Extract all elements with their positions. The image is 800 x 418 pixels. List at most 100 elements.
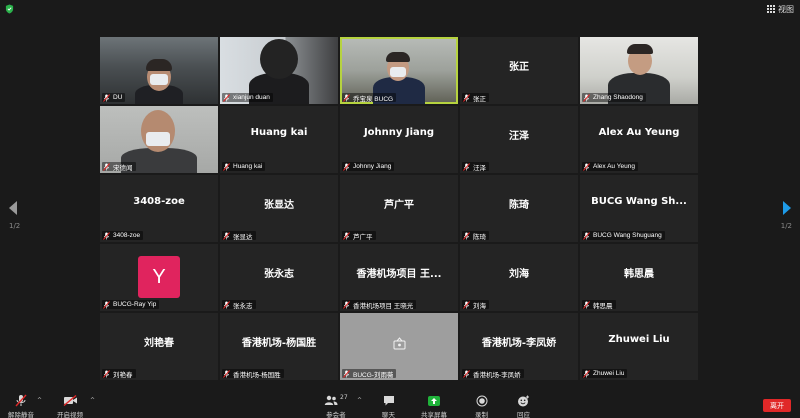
participant-label: 乔宝泉 BUCG [353, 95, 394, 103]
participant-tile[interactable]: 3408-zoe 3408-zoe [100, 175, 218, 242]
participant-name-tag: DU [102, 93, 126, 102]
participant-tile[interactable]: Zhuwei Liu Zhuwei Liu [580, 313, 698, 380]
participant-label: DU [113, 94, 123, 101]
participant-name-tag: 陈琦 [462, 231, 489, 241]
participants-icon [324, 395, 338, 405]
participant-tile[interactable]: 张显达 张显达 [220, 175, 338, 242]
record-label: 录制 [475, 411, 488, 418]
mic-muted-icon [103, 369, 110, 378]
reactions-button[interactable]: 回应 [517, 394, 530, 418]
participant-label: 香港机场-杨国胜 [233, 371, 281, 379]
participant-tile[interactable]: 芦广平 芦广平 [340, 175, 458, 242]
participant-tile[interactable]: 韩思晨 韩思晨 [580, 244, 698, 311]
mic-muted-icon [103, 300, 110, 309]
participant-tile[interactable]: 刘艳春 刘艳春 [100, 313, 218, 380]
participant-tile-active-speaker[interactable]: 乔宝泉 BUCG [340, 37, 458, 104]
mic-muted-icon [343, 300, 350, 309]
shield-icon[interactable] [5, 4, 14, 14]
participant-tile[interactable]: 汪泽 汪泽 [460, 106, 578, 173]
participant-tile[interactable]: Johnny Jiang Johnny Jiang [340, 106, 458, 173]
view-button[interactable]: 视图 [767, 3, 794, 15]
start-video-button[interactable]: 开启视频 [57, 394, 83, 418]
participant-name-tag: Huang kai [222, 162, 266, 171]
next-page-icon[interactable] [780, 200, 794, 216]
unmute-button[interactable]: 解除静音 [8, 394, 34, 418]
view-label: 视图 [778, 4, 794, 14]
participant-display-name: 香港机场项目 王... [356, 269, 442, 280]
participant-tile[interactable]: Zhang Shaodong [580, 37, 698, 104]
participant-label: 芦广平 [353, 233, 373, 241]
participant-name-tag: Zhuwei Liu [582, 369, 628, 378]
participant-name-tag: 张永志 [222, 300, 256, 310]
participant-tile[interactable]: 香港机场-李凤娇 香港机场-李凤娇 [460, 313, 578, 380]
participants-button[interactable]: 27 参会者 [324, 394, 348, 418]
participant-tile[interactable]: xianjun duan [220, 37, 338, 104]
participant-label: 刘艳春 [113, 371, 133, 379]
participant-name-tag: 宋德闻 [102, 162, 136, 172]
start-video-label: 开启视频 [57, 411, 83, 418]
participant-label: BUCG-Ray Yip [113, 301, 157, 308]
participant-tile[interactable]: 陈琦 陈琦 [460, 175, 578, 242]
participant-display-name: 刘海 [509, 269, 529, 280]
participant-label: 张正 [473, 95, 486, 103]
participant-tile[interactable]: 宋德闻 [100, 106, 218, 173]
participant-name-tag: 汪泽 [462, 162, 489, 172]
mic-muted-icon [463, 300, 470, 309]
participant-name-tag: Zhang Shaodong [582, 93, 646, 102]
participant-label: Alex Au Yeung [593, 163, 635, 170]
participant-label: xianjun duan [233, 94, 270, 101]
participant-display-name: Huang kai [250, 127, 308, 138]
participant-display-name: 张正 [509, 62, 529, 73]
page-indicator-left: 1/2 [9, 222, 21, 230]
participant-tile[interactable]: 香港机场-杨国胜 香港机场-杨国胜 [220, 313, 338, 380]
participant-tile[interactable]: 张正 张正 [460, 37, 578, 104]
participant-tile[interactable]: Alex Au Yeung Alex Au Yeung [580, 106, 698, 173]
mic-muted-icon [223, 231, 230, 240]
leave-meeting-button[interactable]: 离开 [763, 399, 791, 412]
participants-caret-icon[interactable]: ^ [357, 397, 362, 404]
participant-name-tag: 香港机场-李凤娇 [462, 369, 524, 379]
participant-label: 汪泽 [473, 164, 486, 172]
chat-button[interactable]: 聊天 [382, 394, 395, 418]
mic-muted-icon [343, 369, 350, 378]
mic-muted-icon [343, 162, 350, 171]
participant-label: 3408-zoe [113, 232, 141, 239]
mic-muted-icon [463, 369, 470, 378]
video-off-icon [63, 395, 77, 406]
record-button[interactable]: 录制 [475, 394, 488, 418]
participant-name-tag: 张显达 [222, 231, 256, 241]
mic-muted-icon [223, 93, 230, 102]
participant-display-name: Johnny Jiang [363, 127, 435, 138]
participant-name-tag: BUCG Wang Shuguang [582, 231, 665, 240]
chat-label: 聊天 [382, 411, 395, 418]
participant-display-name: 香港机场-李凤娇 [481, 338, 557, 349]
prev-page-icon[interactable] [6, 200, 20, 216]
video-options-caret-icon[interactable]: ^ [90, 397, 95, 404]
reactions-icon [518, 395, 529, 406]
participant-tile[interactable]: 张永志 张永志 [220, 244, 338, 311]
participant-display-name: 刘艳春 [144, 338, 174, 349]
participant-display-name: BUCG Wang Sh... [591, 196, 687, 207]
participants-label: 参会者 [326, 411, 346, 418]
participant-label: Zhuwei Liu [593, 370, 625, 377]
participant-label: 香港机场项目 王晓光 [353, 302, 414, 310]
participant-label: 张永志 [233, 302, 253, 310]
participant-label: Johnny Jiang [353, 163, 392, 170]
meeting-toolbar: 解除静音 ^ 开启视频 ^ 27 参会者 ^ 聊天 共享屏幕 录制 回应 离开 [0, 392, 800, 418]
participant-tile[interactable]: Y BUCG-Ray Yip [100, 244, 218, 311]
mic-muted-icon [463, 231, 470, 240]
audio-options-caret-icon[interactable]: ^ [37, 397, 42, 404]
participant-tile[interactable]: DU [100, 37, 218, 104]
mic-muted-icon [103, 93, 110, 102]
avatar: Y [138, 256, 180, 298]
page-indicator-right: 1/2 [780, 222, 792, 230]
participant-display-name: 芦广平 [384, 200, 414, 211]
participant-tile[interactable]: Huang kai Huang kai [220, 106, 338, 173]
participant-tile[interactable]: 香港机场项目 王... 香港机场项目 王晓光 [340, 244, 458, 311]
participant-name-tag: BUCG-Ray Yip [102, 300, 160, 309]
participant-tile[interactable]: BUCG Wang Sh... BUCG Wang Shuguang [580, 175, 698, 242]
participant-tile[interactable]: 刘海 刘海 [460, 244, 578, 311]
share-screen-button[interactable]: 共享屏幕 [421, 394, 447, 418]
mic-muted-icon [103, 231, 110, 240]
participant-tile[interactable]: BUCG-刘雨薇 [340, 313, 458, 380]
